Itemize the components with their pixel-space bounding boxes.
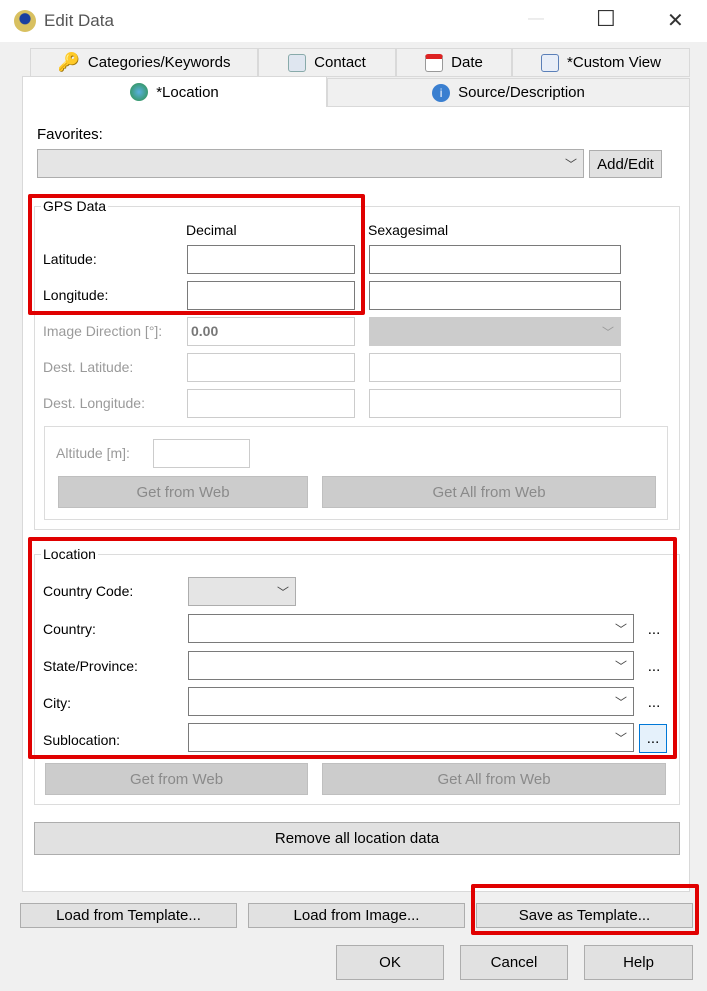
contact-card-icon [288, 53, 307, 72]
close-button[interactable]: ✕ [667, 8, 684, 33]
location-get-all-from-web-button[interactable]: Get All from Web [322, 763, 666, 795]
chevron-down-icon: ﹀ [564, 157, 577, 171]
sublocation-more-button[interactable]: ... [639, 724, 667, 753]
state-more-button[interactable]: ... [640, 652, 668, 681]
favorites-combo[interactable]: ﹀ [37, 149, 584, 178]
city-more-button[interactable]: ... [640, 688, 668, 717]
chevron-down-icon: ﹀ [276, 585, 289, 599]
image-direction-input[interactable]: 0.00 [187, 317, 355, 346]
chevron-down-icon: ﹀ [601, 325, 614, 339]
country-more-button[interactable]: ... [640, 615, 668, 644]
longitude-label: Longitude: [43, 287, 109, 303]
load-from-image-button[interactable]: Load from Image... [248, 903, 465, 928]
gps-get-all-from-web-button[interactable]: Get All from Web [322, 476, 656, 508]
title-bar: Edit Data — ☐ ✕ [0, 0, 707, 42]
chevron-down-icon: ﹀ [614, 659, 627, 673]
load-from-template-button[interactable]: Load from Template... [20, 903, 237, 928]
dest-latitude-label: Dest. Latitude: [43, 359, 134, 375]
longitude-decimal-input[interactable] [187, 281, 355, 310]
latitude-label: Latitude: [43, 251, 97, 267]
tab-location[interactable]: *Location [22, 76, 327, 107]
key-icon: 🔑 [57, 52, 80, 72]
location-get-from-web-button[interactable]: Get from Web [45, 763, 308, 795]
dest-longitude-decimal-input[interactable] [187, 389, 355, 418]
maximize-button[interactable]: ☐ [596, 6, 616, 32]
state-combo[interactable]: ﹀ [188, 651, 634, 680]
city-combo[interactable]: ﹀ [188, 687, 634, 716]
dest-latitude-sexagesimal-input[interactable] [369, 353, 621, 382]
gps-group-title: GPS Data [41, 198, 109, 214]
chevron-down-icon: ﹀ [614, 622, 627, 636]
country-combo[interactable]: ﹀ [188, 614, 634, 643]
app-icon [14, 10, 36, 32]
image-direction-ref-combo[interactable]: ﹀ [369, 317, 621, 346]
save-as-template-button[interactable]: Save as Template... [476, 903, 693, 928]
tab-date[interactable]: Date [396, 48, 512, 77]
cancel-button[interactable]: Cancel [460, 945, 568, 980]
remove-all-location-button[interactable]: Remove all location data [34, 822, 680, 855]
tab-categories-keywords[interactable]: 🔑 Categories/Keywords [30, 48, 258, 77]
dest-longitude-sexagesimal-input[interactable] [369, 389, 621, 418]
globe-icon [130, 83, 149, 101]
minimize-button[interactable]: — [528, 10, 544, 28]
calendar-icon [425, 53, 444, 72]
country-code-combo[interactable]: ﹀ [188, 577, 296, 606]
sexagesimal-header: Sexagesimal [368, 222, 449, 238]
decimal-header: Decimal [186, 222, 237, 238]
longitude-sexagesimal-input[interactable] [369, 281, 621, 310]
favorites-label: Favorites: [37, 126, 103, 143]
dest-longitude-label: Dest. Longitude: [43, 395, 145, 411]
chevron-down-icon: ﹀ [614, 731, 627, 745]
sublocation-label: Sublocation: [43, 732, 121, 748]
help-button[interactable]: Help [584, 945, 693, 980]
dest-latitude-decimal-input[interactable] [187, 353, 355, 382]
sublocation-combo[interactable]: ﹀ [188, 723, 634, 752]
chevron-down-icon: ﹀ [614, 695, 627, 709]
city-label: City: [43, 695, 71, 711]
info-icon: i [432, 83, 451, 102]
latitude-sexagesimal-input[interactable] [369, 245, 621, 274]
add-edit-button[interactable]: Add/Edit [589, 150, 662, 178]
window-title: Edit Data [44, 11, 114, 30]
tab-custom-view[interactable]: *Custom View [512, 48, 690, 77]
gps-get-from-web-button[interactable]: Get from Web [58, 476, 308, 508]
image-direction-label: Image Direction [°]: [43, 323, 163, 339]
altitude-label: Altitude [m]: [56, 445, 130, 461]
country-label: Country: [43, 621, 96, 637]
state-label: State/Province: [43, 658, 138, 674]
location-group-title: Location [41, 546, 98, 562]
altitude-input[interactable] [153, 439, 250, 468]
tab-contact[interactable]: Contact [258, 48, 396, 77]
ok-button[interactable]: OK [336, 945, 444, 980]
table-icon [541, 53, 560, 72]
tab-source-description[interactable]: i Source/Description [327, 78, 690, 107]
latitude-decimal-input[interactable] [187, 245, 355, 274]
country-code-label: Country Code: [43, 583, 134, 599]
